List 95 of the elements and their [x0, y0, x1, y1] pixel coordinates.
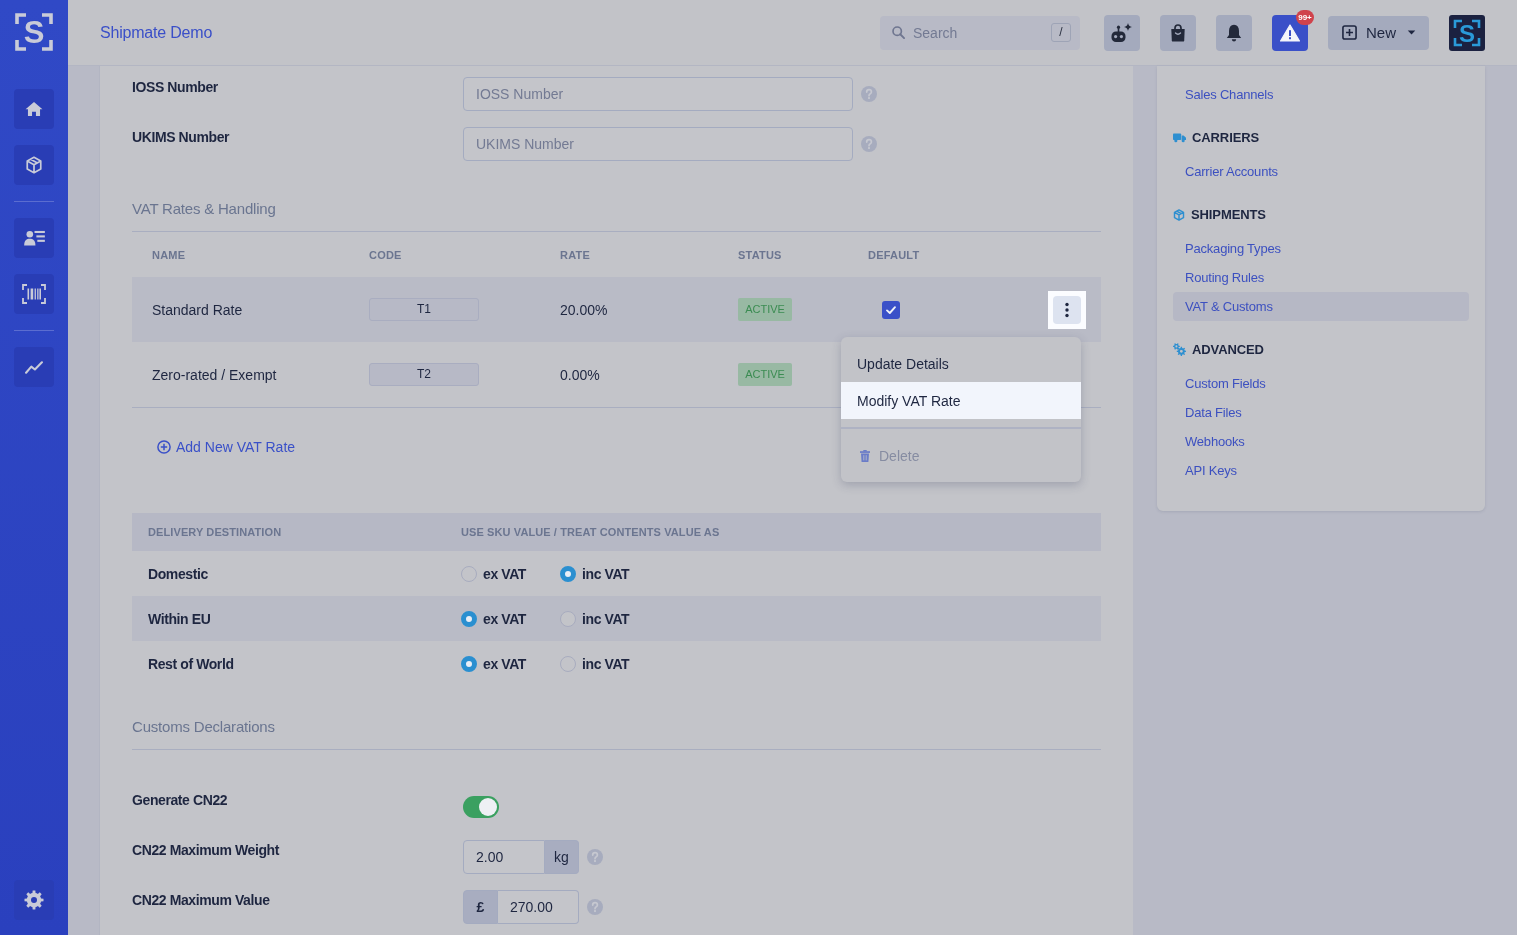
radio-label[interactable]: ex VAT: [483, 655, 526, 672]
radio-label[interactable]: inc VAT: [582, 655, 630, 672]
radio-button[interactable]: [461, 610, 477, 627]
package-icon: [25, 156, 43, 174]
more-options-button[interactable]: [1048, 290, 1086, 329]
nav-link[interactable]: VAT & Customs: [1173, 292, 1469, 321]
field-label: CN22 Maximum Value: [132, 891, 271, 910]
plus-circle-icon: [157, 440, 171, 454]
logo[interactable]: S: [15, 13, 53, 51]
workspace-title[interactable]: Shipmate Demo: [100, 23, 213, 42]
section-heading: Customs Declarations: [132, 717, 275, 737]
menu-item[interactable]: Update Details: [841, 345, 1081, 382]
warning-icon: [1280, 23, 1300, 42]
add-vat-rate-link[interactable]: Add New VAT Rate: [157, 437, 296, 457]
barcode-icon: [22, 284, 46, 304]
unit-addon: kg: [545, 840, 579, 874]
status-badge: ACTIVE: [738, 363, 792, 386]
destination-label: Within EU: [148, 610, 211, 627]
checkbox[interactable]: [882, 300, 900, 319]
brand-logo[interactable]: S: [1449, 14, 1485, 51]
nav-button[interactable]: [14, 274, 54, 314]
line-chart-icon: [25, 360, 43, 374]
nav-heading: SHIPMENTS: [1191, 207, 1266, 222]
section-heading: VAT Rates & Handling: [132, 199, 276, 219]
currency-addon: £: [463, 890, 498, 924]
text-input[interactable]: UKIMS Number: [463, 127, 853, 161]
nav-heading: CARRIERS: [1192, 130, 1260, 145]
new-button[interactable]: New: [1328, 15, 1429, 50]
code-tag: T2: [369, 363, 479, 386]
column-header: NAME: [152, 248, 186, 261]
nav-button[interactable]: [14, 347, 54, 387]
radio-button[interactable]: [560, 565, 576, 582]
radio-button[interactable]: [560, 655, 576, 672]
radio-label[interactable]: ex VAT: [483, 610, 526, 627]
destination-label: Rest of World: [148, 655, 234, 672]
bell-icon: [1226, 23, 1242, 42]
text-input[interactable]: IOSS Number: [463, 77, 853, 111]
radio-label[interactable]: ex VAT: [483, 565, 526, 582]
nav-link[interactable]: API Keys: [1173, 456, 1469, 485]
nav-button[interactable]: [14, 145, 54, 185]
toolbar-button[interactable]: [1160, 14, 1196, 51]
settings-button[interactable]: [14, 880, 54, 920]
nav-link[interactable]: Custom Fields: [1173, 369, 1469, 398]
nav-heading: ADVANCED: [1192, 342, 1264, 357]
nav-button[interactable]: [14, 218, 54, 258]
contact-list-icon: [23, 230, 45, 246]
nav-link[interactable]: Packaging Types: [1173, 234, 1469, 263]
column-header: STATUS: [738, 248, 782, 261]
caret-icon: [1407, 30, 1416, 35]
shopping-bag-icon: [1170, 23, 1186, 42]
destination-label: Domestic: [148, 565, 208, 582]
truck-icon: [1173, 132, 1186, 143]
search-icon: [892, 26, 905, 39]
table-cell: 20.00%: [560, 301, 608, 318]
toolbar-button[interactable]: [1216, 14, 1252, 51]
shortcut-key: /: [1051, 23, 1071, 42]
table-cell: 0.00%: [560, 366, 600, 383]
radio-label[interactable]: inc VAT: [582, 565, 630, 582]
field-label: Generate CN22: [132, 791, 229, 810]
home-icon: [25, 101, 43, 117]
field-label: CN22 Maximum Weight: [132, 841, 281, 860]
count-badge: 99+: [1296, 9, 1314, 25]
robot-sparkle-icon: [1111, 22, 1133, 43]
code-tag: T1: [369, 298, 479, 321]
number-input[interactable]: 270.00: [498, 890, 579, 924]
status-badge: ACTIVE: [738, 298, 792, 321]
column-header: DEFAULT: [868, 248, 920, 261]
column-header: RATE: [560, 248, 590, 261]
toggle-switch[interactable]: [463, 796, 499, 818]
table-cell: Zero-rated / Exempt: [152, 366, 277, 383]
field-label: IOSS Number: [132, 78, 219, 97]
plus-square-icon: [1342, 25, 1357, 40]
gears-icon: [1173, 343, 1186, 356]
nav-link[interactable]: Sales Channels: [1173, 80, 1469, 109]
nav-button[interactable]: [14, 89, 54, 129]
nav-link[interactable]: Data Files: [1173, 398, 1469, 427]
toolbar-button[interactable]: [1104, 14, 1140, 51]
radio-button[interactable]: [560, 610, 576, 627]
settings-icon: [24, 890, 44, 910]
nav-link[interactable]: Routing Rules: [1173, 263, 1469, 292]
field-label: UKIMS Number: [132, 128, 231, 147]
radio-button[interactable]: [461, 565, 477, 582]
column-header: USE SKU VALUE / TREAT CONTENTS VALUE AS: [461, 526, 720, 538]
menu-item[interactable]: Modify VAT Rate: [841, 382, 1081, 419]
nav-link[interactable]: Webhooks: [1173, 427, 1469, 456]
trash-icon: [860, 449, 870, 462]
number-input[interactable]: 2.00: [463, 840, 545, 874]
cube-icon: [1173, 208, 1185, 221]
radio-label[interactable]: inc VAT: [582, 610, 630, 627]
more-icon: [1053, 295, 1081, 324]
nav-link[interactable]: Carrier Accounts: [1173, 157, 1469, 186]
table-cell: Standard Rate: [152, 301, 243, 318]
radio-button[interactable]: [461, 655, 477, 672]
column-header: CODE: [369, 248, 402, 261]
column-header: DELIVERY DESTINATION: [148, 526, 282, 538]
